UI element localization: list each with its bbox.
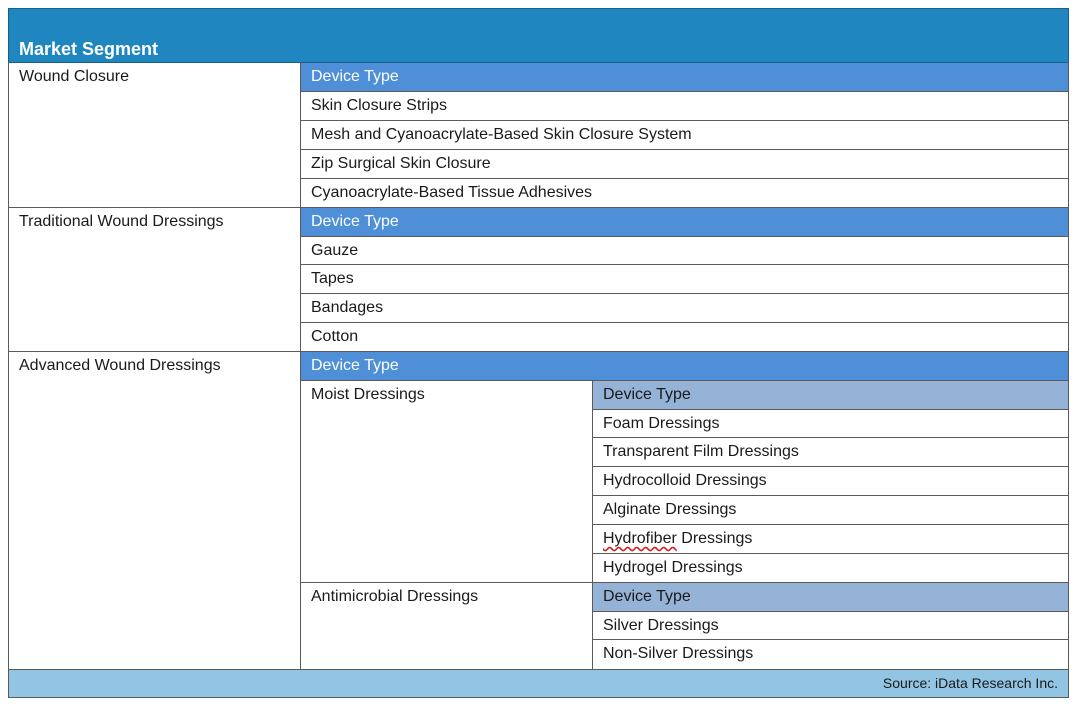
row-divider	[301, 236, 1069, 237]
row-divider	[301, 322, 1069, 323]
list-item: Gauze	[311, 242, 359, 259]
row-divider	[301, 293, 1069, 294]
market-segment-title: Market Segment	[19, 39, 159, 59]
segment-name: Advanced Wound Dressings	[19, 357, 221, 374]
device-type-header: Device Type	[301, 352, 1068, 380]
table-footer: Source: iData Research Inc.	[8, 669, 1069, 698]
sub-device-type-header: Device Type	[593, 583, 1068, 611]
list-item: Cotton	[311, 328, 359, 345]
list-item: Hydrogel Dressings	[603, 559, 743, 576]
list-item: Transparent Film Dressings	[603, 443, 799, 460]
list-item: Alginate Dressings	[603, 501, 737, 518]
list-item: Hydrofiber Dressings	[593, 525, 752, 553]
list-item-rest: Dressings	[676, 530, 753, 547]
device-type-header: Device Type	[301, 63, 1068, 91]
list-item: Cyanoacrylate-Based Tissue Adhesives	[311, 184, 593, 201]
table-header: Market Segment	[8, 8, 1069, 63]
sub-device-type-header: Device Type	[593, 381, 1068, 409]
segment-name: Wound Closure	[19, 68, 129, 85]
device-type-header: Device Type	[301, 208, 1068, 236]
spellcheck-word: Hydrofiber	[603, 530, 677, 547]
subgroup-name: Moist Dressings	[311, 386, 425, 403]
list-item: Mesh and Cyanoacrylate-Based Skin Closur…	[311, 126, 692, 143]
source-note: Source: iData Research Inc.	[882, 675, 1058, 691]
list-item: Foam Dressings	[603, 415, 720, 432]
list-item: Hydrocolloid Dressings	[603, 472, 767, 489]
list-item: Zip Surgical Skin Closure	[311, 155, 491, 172]
row-divider	[301, 264, 1069, 265]
list-item: Tapes	[311, 270, 354, 287]
subgroup-name: Antimicrobial Dressings	[311, 588, 479, 605]
list-item: Bandages	[311, 299, 384, 316]
list-item: Skin Closure Strips	[311, 97, 448, 114]
list-item: Silver Dressings	[603, 617, 719, 634]
segment-name: Traditional Wound Dressings	[19, 213, 224, 230]
list-item: Non-Silver Dressings	[603, 645, 754, 662]
